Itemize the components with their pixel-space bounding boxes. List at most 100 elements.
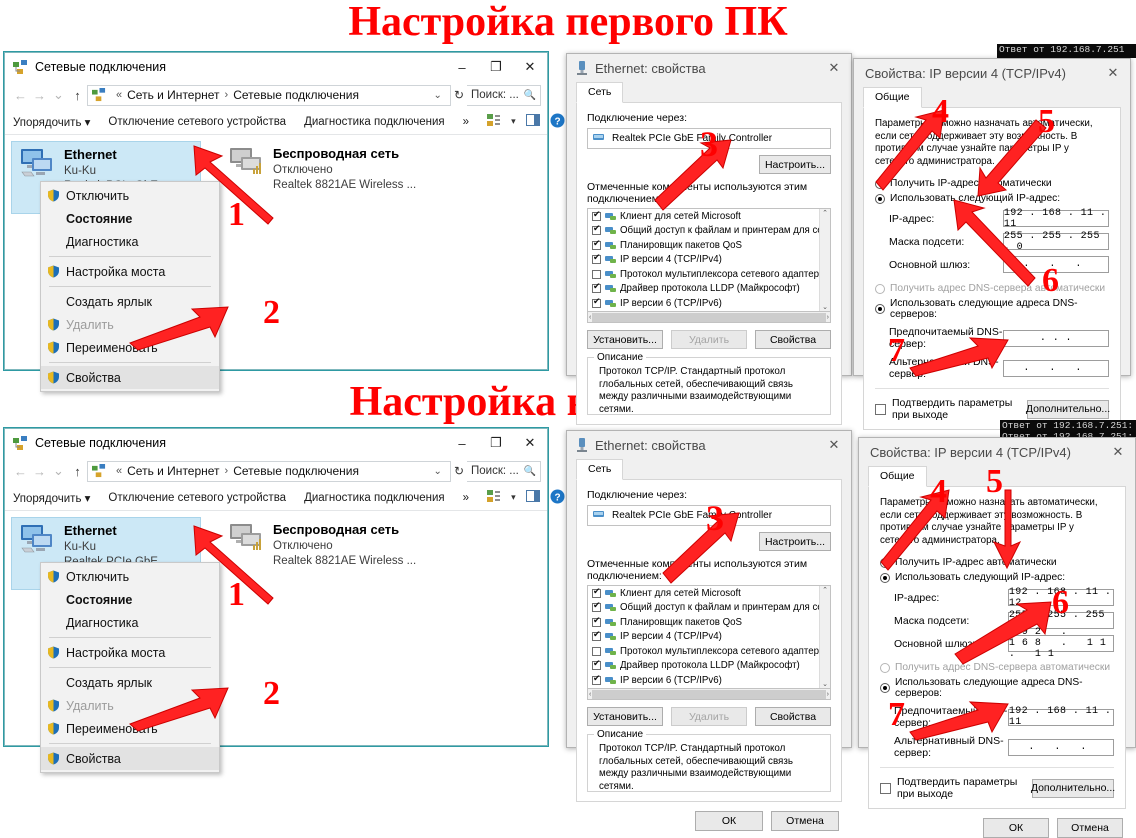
- diagnose-connection-button[interactable]: Диагностика подключения: [304, 492, 445, 504]
- component-checkbox[interactable]: [592, 223, 601, 236]
- address-dropdown-icon[interactable]: ⌄: [430, 90, 446, 101]
- disable-network-device-button[interactable]: Отключение сетевого устройства: [108, 492, 286, 504]
- manual-dns-radio[interactable]: [880, 683, 890, 693]
- alternate-dns-field[interactable]: . . .: [1007, 738, 1114, 756]
- close-icon[interactable]: ✕: [1101, 444, 1135, 460]
- breadcrumb-segment-0[interactable]: Сеть и Интернет: [127, 464, 219, 478]
- context-menu-item-7[interactable]: Свойства: [41, 747, 219, 770]
- scroll-left-icon[interactable]: ‹: [589, 691, 591, 698]
- breadcrumb-segment-1[interactable]: Сетевые подключения: [233, 464, 359, 478]
- scroll-down-icon[interactable]: ⌄: [822, 680, 828, 688]
- component-row[interactable]: IP версии 6 (TCP/IPv6): [588, 296, 830, 311]
- validate-settings-checkbox[interactable]: [880, 782, 891, 794]
- breadcrumb-segment-1[interactable]: Сетевые подключения: [233, 88, 359, 102]
- components-vertical-scrollbar[interactable]: ⌃ ⌄: [819, 586, 830, 688]
- component-checkbox[interactable]: [592, 646, 601, 656]
- help-icon[interactable]: ?: [550, 113, 565, 131]
- close-icon[interactable]: ✕: [817, 437, 851, 453]
- maximize-button[interactable]: ❐: [479, 53, 513, 81]
- component-checkbox[interactable]: [592, 586, 601, 598]
- component-checkbox[interactable]: [592, 658, 601, 671]
- recent-locations-button[interactable]: ⌄: [49, 87, 68, 103]
- component-row[interactable]: Планировщик пакетов QoS: [588, 238, 830, 253]
- component-row[interactable]: Общий доступ к файлам и принтерам для се…: [588, 600, 830, 616]
- manual-dns-radio-row[interactable]: Использовать следующие адреса DNS-сервер…: [880, 677, 1114, 699]
- validate-settings-checkbox[interactable]: [875, 403, 886, 415]
- scroll-right-icon[interactable]: ›: [827, 314, 829, 321]
- auto-dns-radio-row[interactable]: Получить адрес DNS-сервера автоматически: [880, 662, 1114, 673]
- component-checkbox[interactable]: [592, 629, 601, 642]
- view-caret-icon[interactable]: ▾: [511, 116, 516, 127]
- close-button[interactable]: ✕: [513, 53, 547, 81]
- component-properties-button[interactable]: Свойства: [755, 707, 831, 726]
- change-view-icon[interactable]: [487, 113, 501, 130]
- component-row[interactable]: IP версии 4 (TCP/IPv4): [588, 252, 830, 268]
- preferred-dns-field[interactable]: 192 . 168 . 11 . 11: [1007, 706, 1114, 728]
- organize-button[interactable]: Упорядочить ▾: [13, 491, 90, 505]
- scroll-right-icon[interactable]: ›: [827, 691, 829, 698]
- components-listbox[interactable]: Клиент для сетей MicrosoftОбщий доступ к…: [587, 208, 831, 312]
- back-button[interactable]: ←: [11, 464, 30, 479]
- breadcrumb-segment-0[interactable]: Сеть и Интернет: [127, 88, 219, 102]
- address-input[interactable]: « Сеть и Интернет › Сетевые подключения …: [87, 84, 451, 106]
- scroll-up-icon[interactable]: ⌃: [822, 209, 828, 217]
- scrollbar-thumb[interactable]: [592, 312, 826, 322]
- cancel-button[interactable]: Отмена: [771, 811, 839, 831]
- component-row[interactable]: Протокол мультиплексора сетевого адаптер…: [588, 644, 830, 659]
- component-checkbox[interactable]: [592, 281, 601, 294]
- components-horizontal-scrollbar[interactable]: ‹ ›: [587, 312, 831, 323]
- context-menu-item-7[interactable]: Свойства: [41, 366, 219, 389]
- advanced-button[interactable]: Дополнительно...: [1031, 778, 1115, 798]
- search-input[interactable]: Поиск: ... 🔍: [467, 84, 541, 106]
- preview-pane-icon[interactable]: [525, 490, 540, 505]
- component-row[interactable]: Планировщик пакетов QoS: [588, 615, 830, 630]
- back-button[interactable]: ←: [11, 88, 30, 103]
- component-checkbox[interactable]: [592, 209, 601, 221]
- component-row[interactable]: Драйвер протокола LLDP (Майкрософт): [588, 281, 830, 297]
- close-icon[interactable]: ✕: [817, 60, 851, 76]
- components-listbox[interactable]: Клиент для сетей MicrosoftОбщий доступ к…: [587, 585, 831, 689]
- manual-dns-radio-row[interactable]: Использовать следующие адреса DNS-сервер…: [875, 298, 1109, 320]
- disable-network-device-button[interactable]: Отключение сетевого устройства: [108, 116, 286, 128]
- overflow-button[interactable]: »: [463, 116, 469, 128]
- search-input[interactable]: Поиск: ... 🔍: [467, 460, 541, 482]
- component-properties-button[interactable]: Свойства: [755, 330, 831, 349]
- preferred-dns-field[interactable]: . . .: [1002, 329, 1109, 347]
- alternate-dns-field[interactable]: . . .: [1002, 359, 1109, 377]
- organize-button[interactable]: Упорядочить ▾: [13, 115, 90, 129]
- manual-ip-radio[interactable]: [880, 572, 890, 583]
- up-button[interactable]: ↑: [68, 464, 87, 479]
- auto-dns-radio[interactable]: [875, 283, 885, 294]
- component-row[interactable]: IP версии 4 (TCP/IPv4): [588, 629, 830, 645]
- component-checkbox[interactable]: [592, 600, 601, 613]
- address-dropdown-icon[interactable]: ⌄: [430, 466, 446, 477]
- component-checkbox[interactable]: [592, 296, 601, 308]
- context-menu-item-3[interactable]: Настройка моста: [41, 260, 219, 283]
- minimize-button[interactable]: –: [445, 53, 479, 81]
- install-button[interactable]: Установить...: [587, 330, 663, 349]
- advanced-button[interactable]: Дополнительно...: [1026, 399, 1110, 419]
- scroll-left-icon[interactable]: ‹: [589, 314, 591, 321]
- configure-button[interactable]: Настроить...: [759, 155, 831, 174]
- cancel-button[interactable]: Отмена: [1057, 818, 1123, 838]
- manual-ip-radio[interactable]: [875, 193, 885, 204]
- components-horizontal-scrollbar[interactable]: ‹ ›: [587, 689, 831, 700]
- ok-button[interactable]: ОК: [695, 811, 763, 831]
- ok-button[interactable]: ОК: [983, 818, 1049, 838]
- forward-button[interactable]: →: [30, 88, 49, 103]
- minimize-button[interactable]: –: [445, 429, 479, 457]
- context-menu-item-2[interactable]: Диагностика: [41, 230, 219, 253]
- address-input[interactable]: « Сеть и Интернет › Сетевые подключения …: [87, 460, 451, 482]
- close-icon[interactable]: ✕: [1096, 65, 1130, 81]
- component-row[interactable]: Драйвер протокола LLDP (Майкрософт): [588, 658, 830, 674]
- component-row[interactable]: Протокол мультиплексора сетевого адаптер…: [588, 267, 830, 282]
- component-checkbox[interactable]: [592, 615, 601, 627]
- tab-network[interactable]: Сеть: [576, 82, 624, 103]
- diagnose-connection-button[interactable]: Диагностика подключения: [304, 116, 445, 128]
- install-button[interactable]: Установить...: [587, 707, 663, 726]
- refresh-button[interactable]: ↻: [451, 464, 467, 478]
- close-button[interactable]: ✕: [513, 429, 547, 457]
- component-checkbox[interactable]: [592, 238, 601, 250]
- refresh-button[interactable]: ↻: [451, 88, 467, 102]
- overflow-button[interactable]: »: [463, 492, 469, 504]
